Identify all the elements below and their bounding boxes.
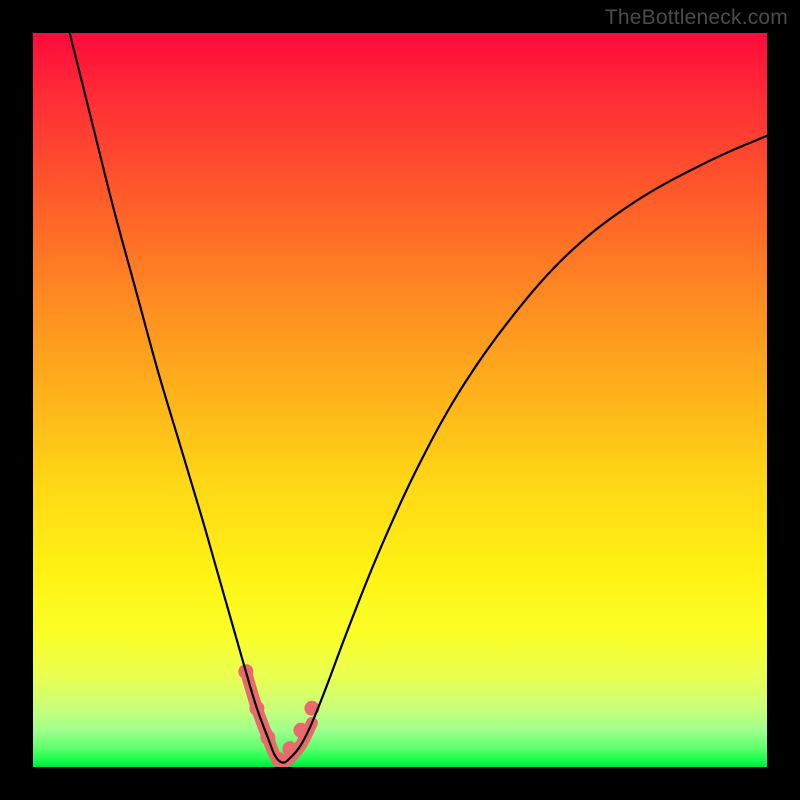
curve-svg	[33, 33, 767, 767]
trough-highlight	[246, 672, 312, 763]
chart-frame: TheBottleneck.com	[0, 0, 800, 800]
watermark-text: TheBottleneck.com	[605, 6, 788, 30]
plot-area	[33, 33, 767, 767]
main-curve	[70, 33, 767, 763]
